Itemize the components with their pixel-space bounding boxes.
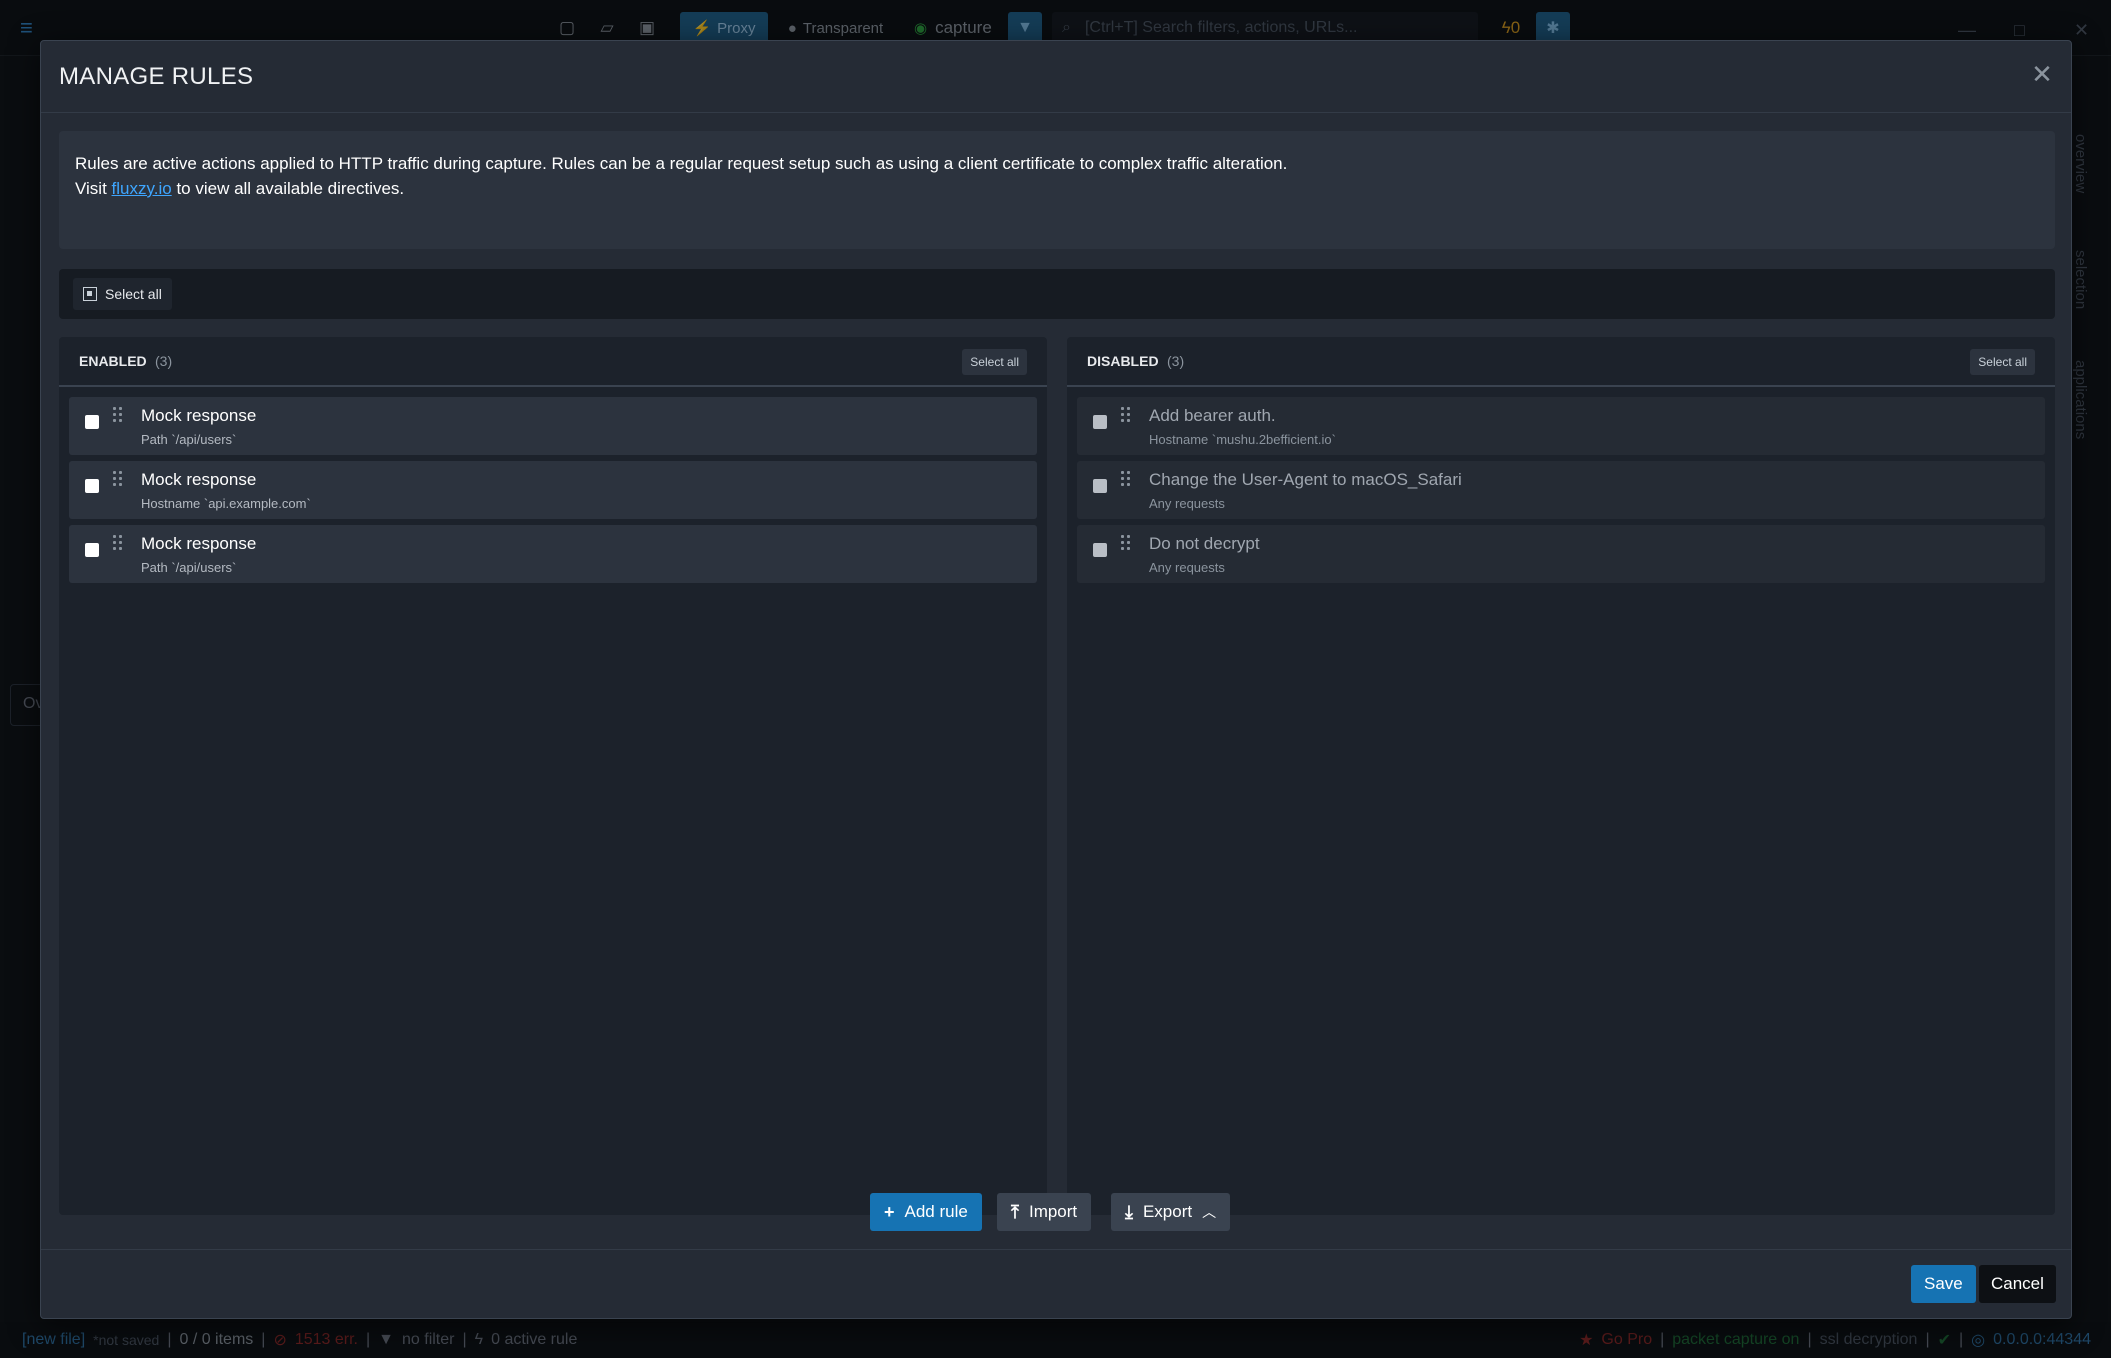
select-all-icon: [83, 287, 97, 301]
rule-subtitle: Path `/api/users`: [141, 560, 237, 575]
import-label: Import: [1028, 1202, 1078, 1221]
rule-checkbox[interactable]: [1093, 543, 1107, 557]
rule-row[interactable]: Mock response Hostname `api.example.com`: [69, 461, 1037, 519]
rule-row[interactable]: Change the User-Agent to macOS_Safari An…: [1077, 461, 2045, 519]
rule-row[interactable]: Add bearer auth. Hostname `mushu.2beffic…: [1077, 397, 2045, 455]
enabled-label: ENABLED: [79, 353, 147, 369]
download-icon: ⤓: [1125, 1201, 1133, 1222]
drag-handle-icon[interactable]: [1121, 471, 1131, 489]
modal-footer-divider: [41, 1249, 2071, 1250]
rule-subtitle: Any requests: [1149, 496, 1225, 511]
enabled-panel-header: ENABLED (3) Select all: [59, 337, 1047, 387]
disabled-label: DISABLED: [1087, 353, 1159, 369]
drag-handle-icon[interactable]: [1121, 407, 1131, 425]
rule-title: Mock response: [141, 406, 257, 425]
manage-rules-dialog: MANAGE RULES ✕ Rules are active actions …: [40, 40, 2072, 1319]
rule-checkbox[interactable]: [85, 543, 99, 557]
rules-action-bar: + Add rule ⤒ Import ⤓ Export ︿: [41, 1193, 2071, 1233]
rule-subtitle: Hostname `api.example.com`: [141, 496, 311, 511]
rule-checkbox[interactable]: [85, 415, 99, 429]
enabled-rules-panel: ENABLED (3) Select all Mock response Pat…: [59, 337, 1047, 1215]
modal-header: MANAGE RULES ✕: [41, 41, 2071, 113]
disabled-panel-header: DISABLED (3) Select all: [1067, 337, 2055, 387]
info-visit: Visit: [75, 179, 107, 198]
rule-title: Mock response: [141, 470, 257, 489]
enabled-count: (3): [155, 353, 173, 369]
disabled-count: (3): [1167, 353, 1185, 369]
rule-title: Change the User-Agent to macOS_Safari: [1149, 470, 1462, 489]
rule-subtitle: Hostname `mushu.2befficient.io`: [1149, 432, 1336, 447]
chevron-up-icon: ︿: [1202, 1204, 1217, 1220]
disabled-rules-list: Add bearer auth. Hostname `mushu.2beffic…: [1077, 397, 2045, 589]
export-label: Export: [1142, 1202, 1193, 1221]
rule-row[interactable]: Do not decrypt Any requests: [1077, 525, 2045, 583]
plus-icon: +: [884, 1201, 895, 1222]
export-button[interactable]: ⤓ Export ︿: [1111, 1193, 1231, 1231]
rule-title: Add bearer auth.: [1149, 406, 1276, 425]
rule-subtitle: Path `/api/users`: [141, 432, 237, 447]
enabled-select-all-button[interactable]: Select all: [962, 349, 1027, 375]
fluxzy-link[interactable]: fluxzy.io: [112, 179, 172, 198]
rule-row[interactable]: Mock response Path `/api/users`: [69, 525, 1037, 583]
rule-title: Do not decrypt: [1149, 534, 1260, 553]
select-all-label: Select all: [105, 286, 162, 302]
rule-title: Mock response: [141, 534, 257, 553]
select-all-button[interactable]: Select all: [73, 278, 172, 310]
upload-icon: ⤒: [1011, 1201, 1019, 1222]
disabled-select-all-button[interactable]: Select all: [1970, 349, 2035, 375]
disabled-rules-panel: DISABLED (3) Select all Add bearer auth.…: [1067, 337, 2055, 1215]
info-box: Rules are active actions applied to HTTP…: [59, 131, 2055, 249]
cancel-button[interactable]: Cancel: [1979, 1265, 2056, 1303]
rule-checkbox[interactable]: [1093, 479, 1107, 493]
modal-title: MANAGE RULES: [59, 63, 254, 90]
info-line2-rest: to view all available directives.: [176, 179, 405, 198]
rule-checkbox[interactable]: [85, 479, 99, 493]
rule-row[interactable]: Mock response Path `/api/users`: [69, 397, 1037, 455]
enabled-rules-list: Mock response Path `/api/users` Mock res…: [69, 397, 1037, 589]
drag-handle-icon[interactable]: [1121, 535, 1131, 553]
rules-toolbar: Select all: [59, 269, 2055, 319]
add-rule-label: Add rule: [904, 1202, 968, 1221]
drag-handle-icon[interactable]: [113, 407, 123, 425]
add-rule-button[interactable]: + Add rule: [870, 1193, 982, 1231]
drag-handle-icon[interactable]: [113, 535, 123, 553]
save-button[interactable]: Save: [1911, 1265, 1976, 1303]
rule-checkbox[interactable]: [1093, 415, 1107, 429]
import-button[interactable]: ⤒ Import: [997, 1193, 1092, 1231]
close-icon[interactable]: ✕: [2027, 59, 2057, 89]
info-text-line1: Rules are active actions applied to HTTP…: [75, 154, 1288, 173]
drag-handle-icon[interactable]: [113, 471, 123, 489]
rule-subtitle: Any requests: [1149, 560, 1225, 575]
info-text-line2: Visit fluxzy.io to view all available di…: [75, 176, 2039, 201]
